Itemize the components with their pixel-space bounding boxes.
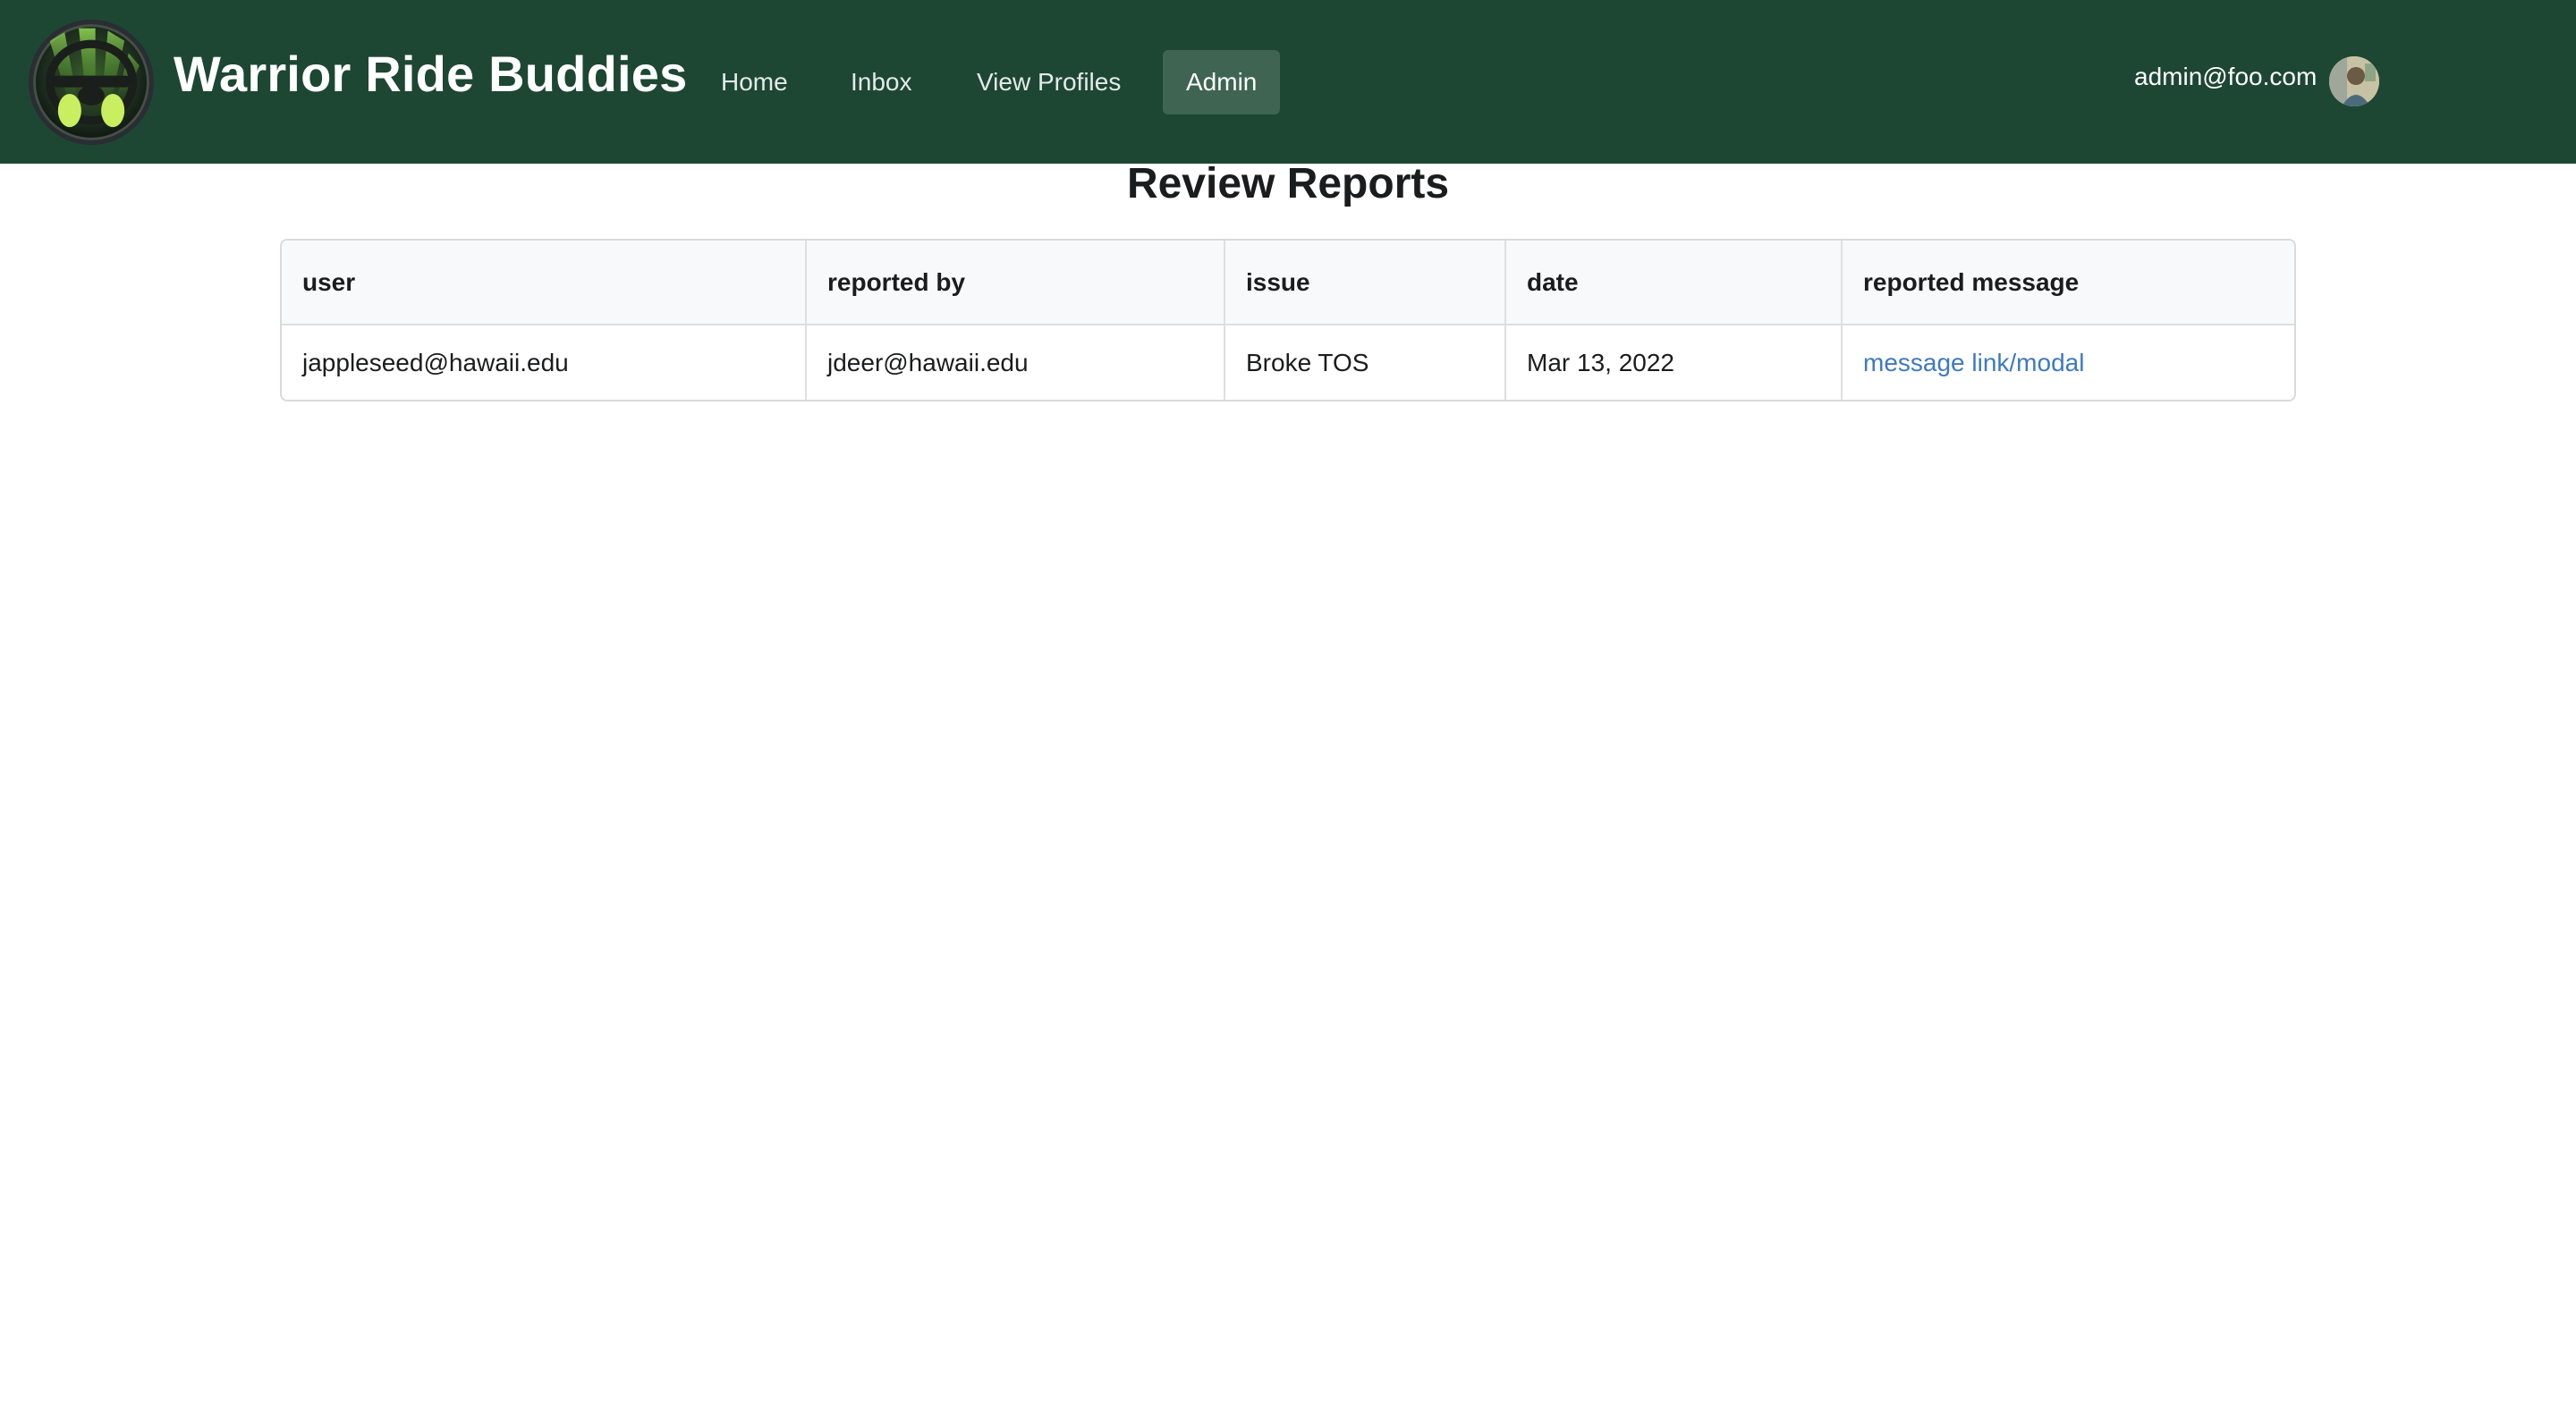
user-avatar-icon[interactable] bbox=[2329, 56, 2379, 106]
table-header-row: user reported by issue date reported mes… bbox=[282, 241, 2294, 325]
cell-date: Mar 13, 2022 bbox=[1505, 325, 1843, 400]
logo-graphic bbox=[45, 28, 140, 128]
column-header-user: user bbox=[282, 241, 807, 325]
column-header-reported-message: reported message bbox=[1842, 241, 2294, 325]
page-title: Review Reports bbox=[1126, 160, 1450, 207]
brand-title[interactable]: Warrior Ride Buddies bbox=[174, 45, 687, 103]
table-row: jappleseed@hawaii.edu jdeer@hawaii.edu B… bbox=[282, 325, 2294, 400]
cell-reported-by: jdeer@hawaii.edu bbox=[806, 325, 1225, 400]
avatar-graphic bbox=[2329, 56, 2379, 106]
top-navbar: Warrior Ride Buddies Home Inbox View Pro… bbox=[0, 0, 2576, 164]
reported-message-link[interactable]: message link/modal bbox=[1863, 349, 2084, 376]
column-header-reported-by: reported by bbox=[806, 241, 1225, 325]
cell-reported-message: message link/modal bbox=[1842, 325, 2294, 400]
nav-inbox[interactable]: Inbox bbox=[827, 50, 936, 114]
user-menu-email[interactable]: admin@foo.com bbox=[2134, 63, 2317, 91]
column-header-issue: issue bbox=[1224, 241, 1506, 325]
cell-issue: Broke TOS bbox=[1224, 325, 1506, 400]
column-header-date: date bbox=[1505, 241, 1843, 325]
nav-admin[interactable]: Admin bbox=[1163, 50, 1281, 114]
cell-user: jappleseed@hawaii.edu bbox=[282, 325, 807, 400]
nav-home[interactable]: Home bbox=[698, 50, 811, 114]
nav-view-profiles[interactable]: View Profiles bbox=[953, 50, 1144, 114]
reports-table: user reported by issue date reported mes… bbox=[280, 239, 2296, 401]
steering-wheel-logo-icon[interactable] bbox=[29, 20, 154, 145]
